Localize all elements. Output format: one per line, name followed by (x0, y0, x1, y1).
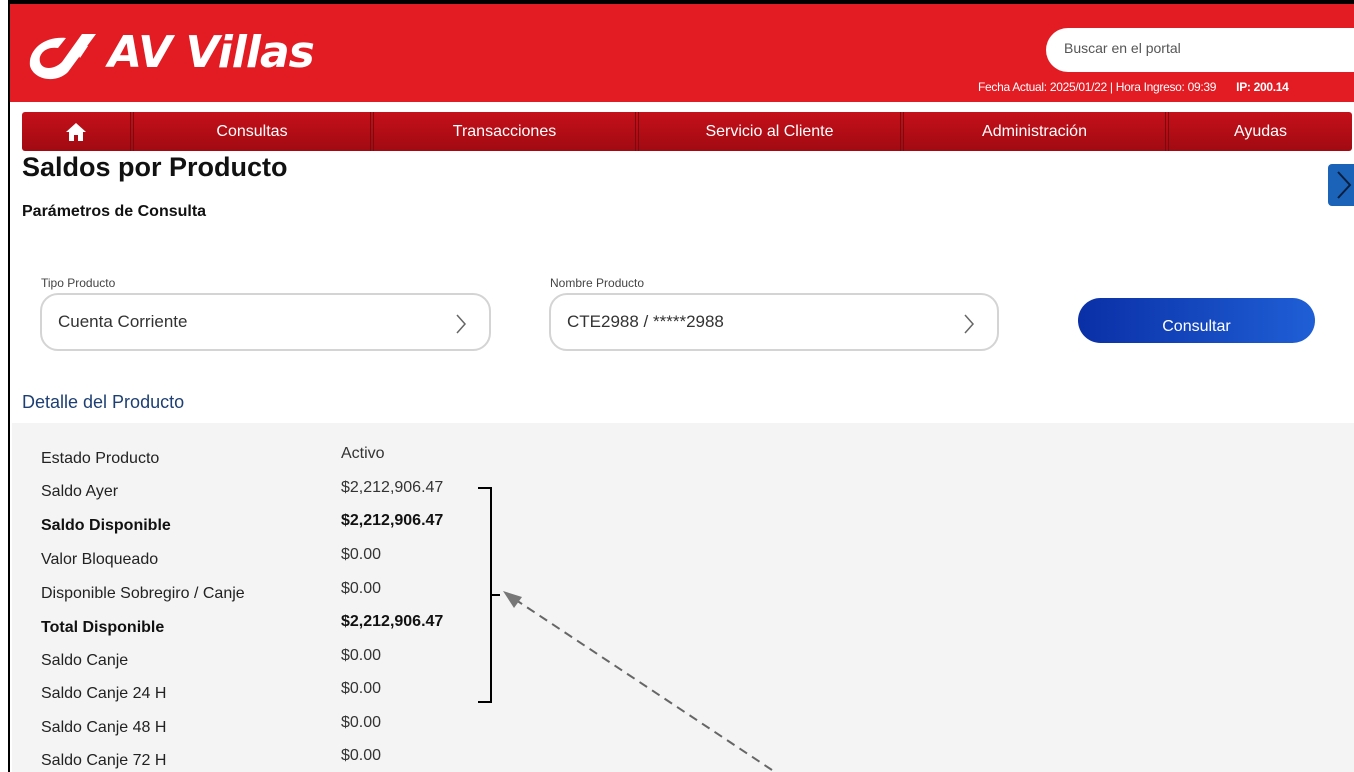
row-label: Valor Bloqueado (41, 551, 159, 568)
nav-ayudas[interactable]: Ayudas (1169, 112, 1352, 151)
session-info: Fecha Actual: 2025/01/22 | Hora Ingreso:… (978, 80, 1289, 94)
row-label: Total Disponible (41, 619, 165, 636)
row-value: $2,212,906.47 (341, 613, 444, 630)
tipo-producto-select[interactable]: Cuenta Corriente (40, 293, 491, 351)
site-header: AV Villas Buscar en el portal Fecha Actu… (10, 4, 1354, 102)
side-panel-toggle[interactable] (1328, 164, 1354, 206)
row-value: $0.00 (341, 680, 382, 697)
nombre-producto-value: CTE2988 / *****2988 (567, 312, 724, 331)
brand-logo[interactable]: AV Villas (22, 22, 315, 82)
brand-name: AV Villas (108, 26, 315, 78)
row-label: Estado Producto (41, 450, 160, 467)
row-value: $2,212,906.47 (341, 512, 444, 529)
row-label: Saldo Disponible (41, 517, 171, 534)
chevron-right-icon (1337, 171, 1352, 199)
row-value: $0.00 (341, 714, 382, 731)
nombre-producto-select[interactable]: CTE2988 / *****2988 (549, 293, 999, 351)
av-villas-logo-icon (29, 34, 97, 80)
row-value: $2,212,906.47 (341, 479, 444, 496)
row-label: Saldo Canje 48 H (41, 719, 167, 736)
row-label: Disponible Sobregiro / Canje (41, 585, 245, 602)
nav-home[interactable] (22, 112, 134, 151)
chevron-right-icon (456, 314, 467, 334)
detail-section-title: Detalle del Producto (22, 392, 185, 412)
consultar-button[interactable]: Consultar (1078, 298, 1315, 343)
row-value: $0.00 (341, 647, 382, 664)
params-section-title: Parámetros de Consulta (22, 203, 207, 220)
main-nav: Consultas Transacciones Servicio al Clie… (22, 112, 1352, 151)
session-date-time: Fecha Actual: 2025/01/22 | Hora Ingreso:… (978, 80, 1217, 94)
row-label: Saldo Canje 72 H (41, 752, 167, 769)
row-label: Saldo Canje (41, 652, 129, 669)
nombre-producto-label: Nombre Producto (550, 276, 645, 290)
nav-consultas[interactable]: Consultas (134, 112, 374, 151)
ip-address: IP: 200.14 (1236, 80, 1289, 94)
row-value: $0.00 (341, 747, 382, 764)
nav-servicio-al-cliente[interactable]: Servicio al Cliente (639, 112, 904, 151)
row-label: Saldo Ayer (41, 483, 119, 500)
home-icon (66, 122, 86, 141)
page-title: Saldos por Producto (22, 152, 288, 182)
search-input[interactable]: Buscar en el portal (1046, 28, 1354, 72)
tipo-producto-label: Tipo Producto (41, 276, 116, 290)
tipo-producto-value: Cuenta Corriente (58, 312, 188, 331)
nav-administracion[interactable]: Administración (904, 112, 1169, 151)
screenshot-border-left (0, 0, 10, 772)
row-value: $0.00 (341, 546, 382, 563)
row-label: Saldo Canje 24 H (41, 685, 167, 702)
nav-transacciones[interactable]: Transacciones (374, 112, 639, 151)
screenshot-border-top (0, 0, 1354, 4)
chevron-right-icon (964, 314, 975, 334)
row-value: Activo (341, 445, 385, 462)
row-value: $0.00 (341, 580, 382, 597)
